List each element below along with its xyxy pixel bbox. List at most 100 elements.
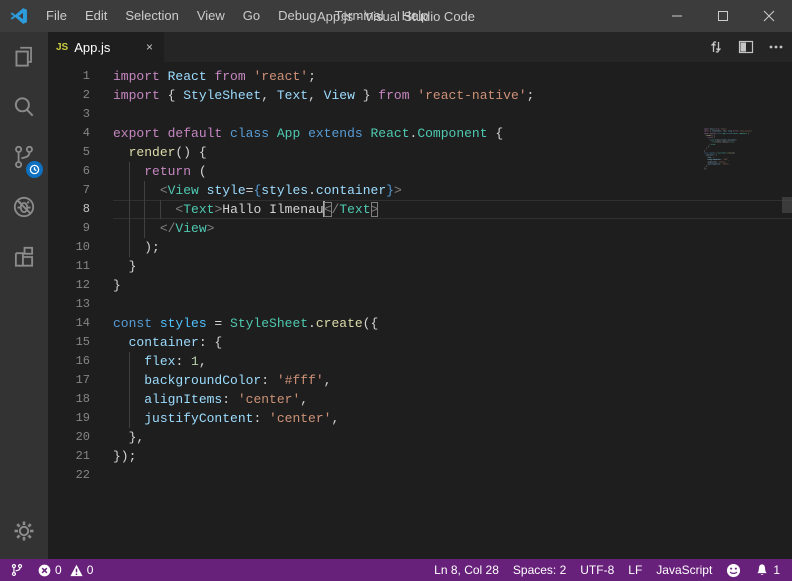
indent-guide: [144, 219, 145, 238]
line-number: 5: [48, 143, 90, 162]
code-lines[interactable]: 1import React from 'react';2import { Sty…: [48, 67, 792, 485]
warning-icon: [70, 564, 83, 577]
indent-guide: [129, 371, 130, 390]
menu-view[interactable]: View: [188, 0, 234, 32]
close-button[interactable]: [746, 0, 792, 32]
code-row[interactable]: 14const styles = StyleSheet.create({: [48, 314, 792, 333]
line-number: 19: [48, 409, 90, 428]
code-row[interactable]: 9 </View>: [48, 219, 792, 238]
line-number: 22: [48, 466, 90, 485]
line-number: 17: [48, 371, 90, 390]
code-row[interactable]: 10 );: [48, 238, 792, 257]
menu-file[interactable]: File: [37, 0, 76, 32]
feedback-smiley-icon[interactable]: [719, 559, 748, 581]
vscode-window: File Edit Selection View Go Debug Termin…: [0, 0, 792, 581]
code-row[interactable]: 20 },: [48, 428, 792, 447]
language-mode[interactable]: JavaScript: [649, 559, 719, 581]
cursor-position[interactable]: Ln 8, Col 28: [427, 559, 506, 581]
tab-bar: JS App.js ×: [48, 32, 792, 62]
tab-close-icon[interactable]: ×: [143, 38, 156, 56]
editor-actions: [708, 32, 784, 62]
line-number: 4: [48, 124, 90, 143]
code-row[interactable]: 6 return (: [48, 162, 792, 181]
error-icon: [38, 564, 51, 577]
code-row[interactable]: 11 }: [48, 257, 792, 276]
status-bar: 0 0 Ln 8, Col 28 Spaces: 2 UTF-8 LF Java…: [0, 559, 792, 581]
bell-icon: [755, 563, 769, 577]
indent-guide: [144, 181, 145, 200]
line-number: 3: [48, 105, 90, 124]
line-number: 10: [48, 238, 90, 257]
line-number: 9: [48, 219, 90, 238]
menu-edit[interactable]: Edit: [76, 0, 116, 32]
code-row[interactable]: 13: [48, 295, 792, 314]
code-row[interactable]: 3: [48, 105, 792, 124]
line-number: 7: [48, 181, 90, 200]
menu-selection[interactable]: Selection: [116, 0, 187, 32]
vscode-logo-icon: [9, 6, 29, 26]
source-control-icon[interactable]: [0, 132, 48, 182]
code-row[interactable]: 16 flex: 1,: [48, 352, 792, 371]
code-editor[interactable]: 1import React from 'react';2import { Sty…: [48, 62, 792, 559]
indent-guide: [129, 181, 130, 200]
code-row[interactable]: 19 justifyContent: 'center',: [48, 409, 792, 428]
git-branch-icon[interactable]: [0, 559, 31, 581]
code-row[interactable]: 4export default class App extends React.…: [48, 124, 792, 143]
eol-setting[interactable]: LF: [621, 559, 649, 581]
code-row[interactable]: 12}: [48, 276, 792, 295]
indent-guide: [129, 390, 130, 409]
code-row[interactable]: 22: [48, 466, 792, 485]
line-number: 2: [48, 86, 90, 105]
tab-appjs[interactable]: JS App.js ×: [48, 32, 164, 62]
code-row[interactable]: 15 container: {: [48, 333, 792, 352]
more-actions-icon[interactable]: [768, 39, 784, 55]
indent-guide: [129, 200, 130, 219]
line-number: 21: [48, 447, 90, 466]
code-row[interactable]: 21});: [48, 447, 792, 466]
line-number: 8: [48, 200, 90, 219]
error-count: 0: [55, 563, 62, 577]
code-row[interactable]: 18 alignItems: 'center',: [48, 390, 792, 409]
explorer-icon[interactable]: [0, 32, 48, 82]
line-number: 14: [48, 314, 90, 333]
minimize-button[interactable]: [654, 0, 700, 32]
indent-guide: [129, 352, 130, 371]
debug-icon[interactable]: [0, 182, 48, 232]
maximize-button[interactable]: [700, 0, 746, 32]
indent-guide: [129, 409, 130, 428]
line-number: 16: [48, 352, 90, 371]
activity-bar: [0, 32, 48, 559]
warning-count: 0: [87, 563, 94, 577]
indent-guide: [160, 200, 161, 219]
line-number: 11: [48, 257, 90, 276]
synchronize-changes-icon[interactable]: [708, 39, 724, 55]
code-row[interactable]: 2import { StyleSheet, Text, View } from …: [48, 86, 792, 105]
search-icon[interactable]: [0, 82, 48, 132]
status-left: 0 0: [0, 559, 100, 581]
window-title: App.js - Visual Studio Code: [317, 9, 475, 24]
indentation-setting[interactable]: Spaces: 2: [506, 559, 573, 581]
code-row[interactable]: 8 <Text>Hallo Ilmenau</Text>: [48, 200, 792, 219]
code-row[interactable]: 1import React from 'react';: [48, 67, 792, 86]
notifications-bell[interactable]: 1: [748, 559, 792, 581]
menu-go[interactable]: Go: [234, 0, 269, 32]
indent-guide: [129, 238, 130, 257]
code-row[interactable]: 17 backgroundColor: '#fff',: [48, 371, 792, 390]
code-row[interactable]: 7 <View style={styles.container}>: [48, 181, 792, 200]
line-number: 12: [48, 276, 90, 295]
extensions-icon[interactable]: [0, 232, 48, 282]
code-row[interactable]: 5 render() {: [48, 143, 792, 162]
notification-count: 1: [773, 563, 780, 577]
settings-gear-icon[interactable]: [0, 511, 48, 551]
encoding-setting[interactable]: UTF-8: [573, 559, 621, 581]
scrollbar-thumb[interactable]: [782, 197, 792, 213]
line-number: 13: [48, 295, 90, 314]
line-number: 6: [48, 162, 90, 181]
sync-clock-badge: [26, 161, 43, 178]
tab-label: App.js: [74, 40, 143, 55]
split-editor-icon[interactable]: [738, 39, 754, 55]
line-number: 20: [48, 428, 90, 447]
problems-indicator[interactable]: 0 0: [31, 559, 100, 581]
indent-guide: [129, 162, 130, 181]
indent-guide: [129, 219, 130, 238]
